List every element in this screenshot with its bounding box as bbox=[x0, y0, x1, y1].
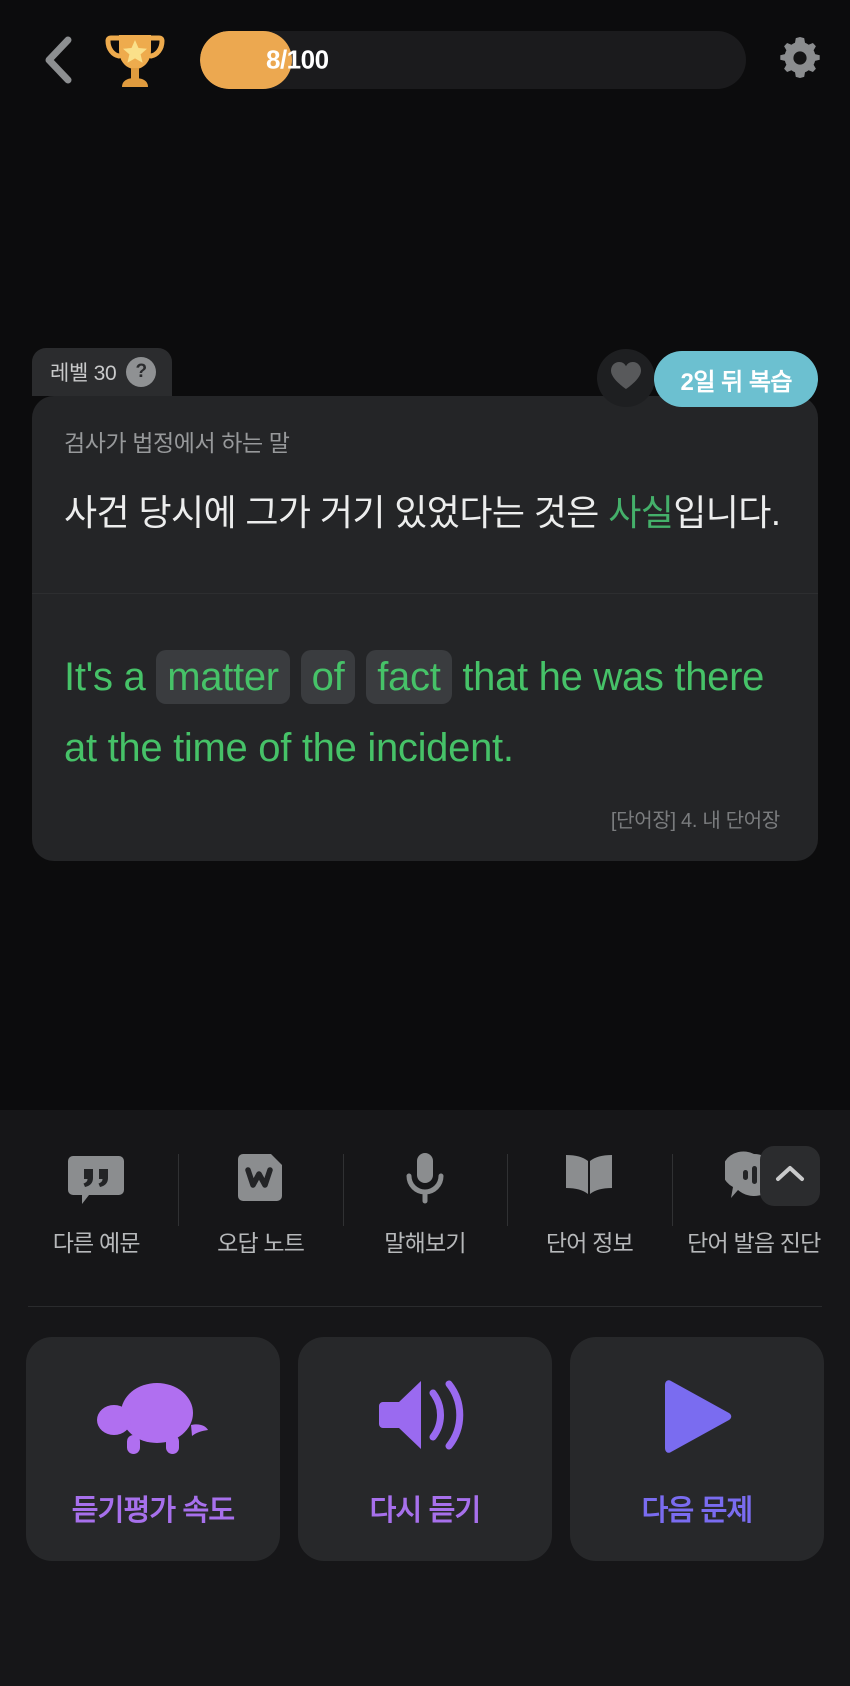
chevron-up-icon bbox=[775, 1164, 805, 1189]
tool-label: 말해보기 bbox=[384, 1230, 466, 1256]
tool-speak[interactable]: 말해보기 bbox=[342, 1146, 507, 1258]
quote-bubble-icon bbox=[65, 1146, 127, 1208]
review-schedule-button[interactable]: 2일 뒤 복습 bbox=[654, 351, 818, 407]
tool-label: 단어 정보 bbox=[545, 1230, 634, 1256]
xp-progress-bar[interactable]: 8/100 bbox=[200, 31, 746, 89]
korean-text-before: 사건 당시에 그가 거기 있었다는 것은 bbox=[64, 492, 609, 533]
english-part bbox=[355, 655, 366, 699]
korean-section: 검사가 법정에서 하는 말 사건 당시에 그가 거기 있었다는 것은 사실입니다… bbox=[32, 396, 818, 593]
top-bar: 8/100 bbox=[0, 0, 850, 120]
korean-sentence: 사건 당시에 그가 거기 있었다는 것은 사실입니다. bbox=[64, 486, 786, 541]
wrong-answer-note-icon bbox=[230, 1146, 292, 1208]
heart-icon bbox=[610, 361, 642, 395]
korean-text-after: 입니다. bbox=[673, 492, 781, 533]
tool-label: 오답 노트 bbox=[217, 1230, 305, 1256]
help-icon[interactable]: ? bbox=[126, 357, 157, 387]
gear-icon bbox=[777, 35, 823, 86]
tool-label: 다른 예문 bbox=[52, 1230, 141, 1256]
source-label: [단어장] 4. 내 단어장 bbox=[610, 810, 780, 833]
english-part: It's a bbox=[64, 654, 157, 699]
tool-word-info[interactable]: 단어 정보 bbox=[507, 1146, 671, 1258]
app-screen: 8/100 레벨 30 ? 2일 뒤 복습 검사가 법정에서 하는 말 사건 당… bbox=[0, 0, 850, 1686]
action-row: 듣기평가 속도 다시 듣기 다음 문제 bbox=[0, 1307, 850, 1561]
action-label: 듣기평가 속도 bbox=[71, 1495, 235, 1527]
favorite-button[interactable] bbox=[597, 349, 655, 407]
english-sentence: It's a matter of fact that he was there … bbox=[64, 642, 786, 784]
english-word-chip[interactable]: of bbox=[300, 649, 356, 704]
english-part bbox=[290, 655, 301, 699]
level-badge[interactable]: 레벨 30 ? bbox=[32, 348, 173, 396]
microphone-icon bbox=[394, 1146, 456, 1208]
level-badge-label: 레벨 30 bbox=[50, 362, 117, 385]
tool-label: 단어 발음 진단 bbox=[687, 1230, 821, 1256]
chevron-left-icon bbox=[41, 35, 75, 85]
replay-audio-button[interactable]: 다시 듣기 bbox=[298, 1337, 552, 1561]
english-word-chip[interactable]: matter bbox=[156, 649, 290, 704]
speaker-icon bbox=[373, 1369, 477, 1461]
review-schedule-label: 2일 뒤 복습 bbox=[680, 368, 792, 396]
content-area: 레벨 30 ? 2일 뒤 복습 검사가 법정에서 하는 말 사건 당시에 그가 … bbox=[0, 120, 850, 1206]
next-question-button[interactable]: 다음 문제 bbox=[570, 1337, 824, 1561]
korean-highlight: 사실 bbox=[608, 492, 674, 533]
back-button[interactable] bbox=[30, 32, 86, 88]
bottom-panel: 다른 예문 오답 노트 말해보기 단어 정보 단어 발음 진단 듣기평가 속도 … bbox=[0, 1110, 850, 1686]
tool-row: 다른 예문 오답 노트 말해보기 단어 정보 단어 발음 진단 bbox=[0, 1120, 850, 1290]
turtle-icon bbox=[94, 1369, 212, 1461]
action-label: 다음 문제 bbox=[641, 1495, 754, 1527]
sentence-card: 검사가 법정에서 하는 말 사건 당시에 그가 거기 있었다는 것은 사실입니다… bbox=[32, 396, 818, 862]
play-icon bbox=[653, 1369, 741, 1461]
context-label: 검사가 법정에서 하는 말 bbox=[64, 430, 290, 456]
open-book-icon bbox=[558, 1146, 620, 1208]
trophy-icon bbox=[98, 25, 172, 95]
action-label: 다시 듣기 bbox=[369, 1495, 482, 1527]
tool-other-examples[interactable]: 다른 예문 bbox=[14, 1146, 178, 1258]
tool-wrong-answer-note[interactable]: 오답 노트 bbox=[178, 1146, 342, 1258]
listening-speed-button[interactable]: 듣기평가 속도 bbox=[26, 1337, 280, 1561]
scroll-up-button[interactable] bbox=[760, 1146, 820, 1206]
xp-progress-label: 8/100 bbox=[266, 44, 329, 75]
english-section: It's a matter of fact that he was there … bbox=[32, 594, 818, 861]
english-word-chip[interactable]: fact bbox=[366, 649, 452, 704]
settings-button[interactable] bbox=[772, 32, 828, 88]
